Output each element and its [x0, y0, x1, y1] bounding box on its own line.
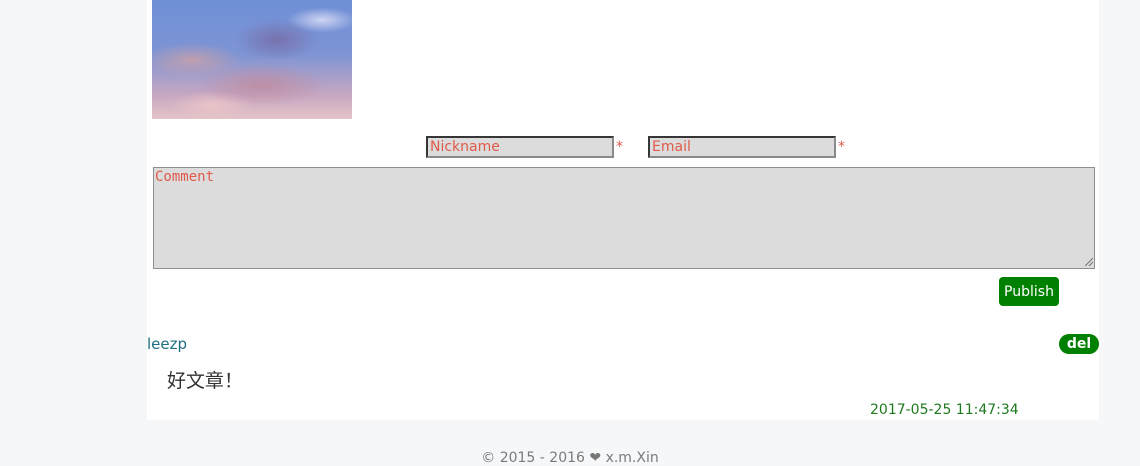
email-input[interactable]	[648, 136, 836, 158]
comment-author-link[interactable]: leezp	[147, 335, 187, 353]
nickname-input[interactable]	[426, 136, 614, 158]
email-group: *	[648, 136, 845, 158]
resize-grip-icon[interactable]	[1085, 258, 1093, 266]
publish-button[interactable]: Publish	[999, 277, 1059, 306]
comment-timestamp: 2017-05-25 11:47:34	[870, 402, 1019, 418]
delete-comment-button[interactable]: del	[1059, 334, 1099, 354]
comment-body: 好文章！	[167, 370, 244, 392]
footer-author: x.m.Xin	[605, 450, 659, 466]
required-mark: *	[616, 139, 623, 155]
heart-icon: ❤	[589, 450, 602, 466]
nickname-group: *	[426, 136, 623, 158]
comment-textarea[interactable]	[153, 167, 1095, 269]
footer-years: © 2015 - 2016	[481, 450, 585, 466]
sky-image	[152, 0, 352, 119]
footer: © 2015 - 2016 ❤ x.m.Xin	[0, 450, 1140, 466]
required-mark: *	[838, 139, 845, 155]
